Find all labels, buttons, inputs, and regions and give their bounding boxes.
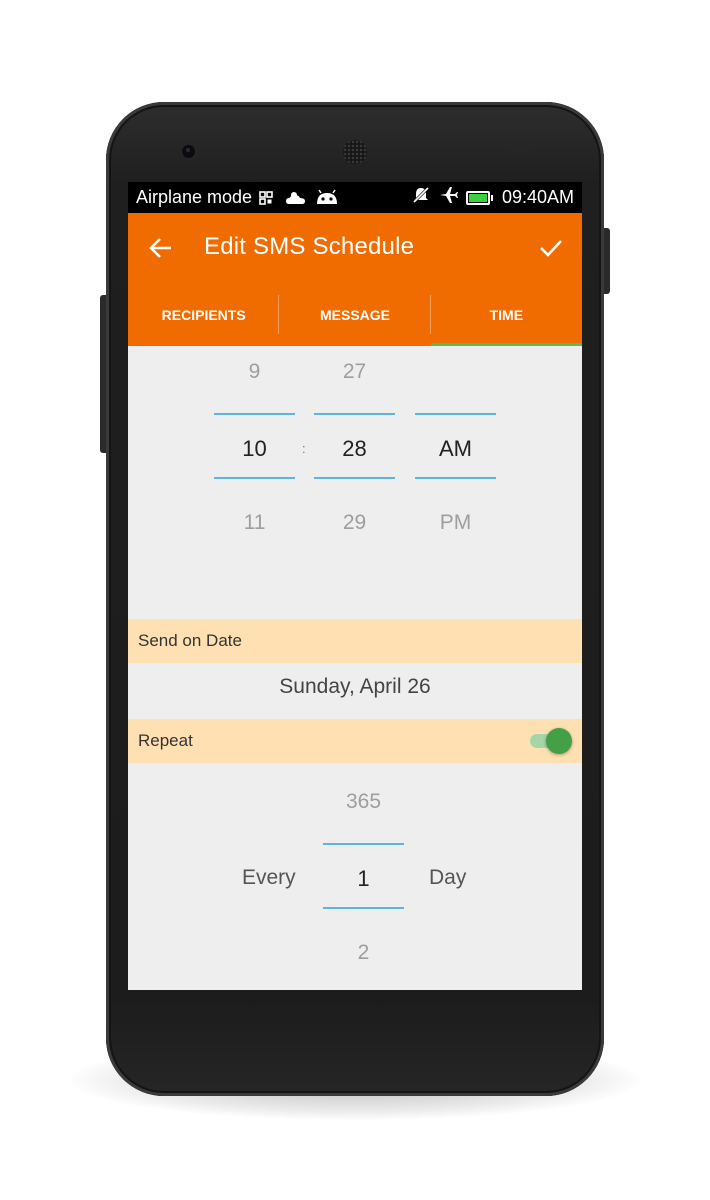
- interval-selected[interactable]: 1: [323, 866, 404, 892]
- ampm-next[interactable]: PM: [415, 511, 496, 535]
- arrow-left-icon[interactable]: [148, 235, 174, 261]
- minute-divider-bottom: [314, 477, 395, 479]
- minute-prev[interactable]: 27: [314, 360, 395, 384]
- check-icon[interactable]: [538, 235, 564, 261]
- ampm-divider-top: [415, 413, 496, 415]
- hour-divider-bottom: [214, 477, 295, 479]
- status-time: 09:40AM: [501, 187, 574, 207]
- power-button: [603, 228, 610, 294]
- hour-picker[interactable]: 9 10 11: [214, 182, 295, 534]
- front-camera: [182, 145, 195, 158]
- hour-selected[interactable]: 10: [214, 436, 295, 462]
- repeat-header: Repeat: [128, 719, 582, 763]
- ampm-divider-bottom: [415, 477, 496, 479]
- interval-next[interactable]: 2: [323, 941, 404, 965]
- earpiece-speaker: [343, 140, 367, 164]
- repeat-unit[interactable]: Day: [429, 866, 466, 890]
- interval-divider-bottom: [323, 907, 404, 909]
- send-date-value[interactable]: Sunday, April 26: [128, 675, 582, 699]
- interval-divider-top: [323, 843, 404, 845]
- time-separator: :: [302, 441, 306, 456]
- toggle-thumb: [546, 728, 572, 754]
- interval-prev[interactable]: 365: [323, 790, 404, 814]
- ampm-selected[interactable]: AM: [415, 436, 496, 462]
- screen: Airplane mode 09:40AM Edit SMS Schedule: [128, 182, 582, 990]
- hour-divider-top: [214, 413, 295, 415]
- minute-selected[interactable]: 28: [314, 436, 395, 462]
- repeat-prefix: Every: [242, 866, 296, 889]
- minute-next[interactable]: 29: [314, 511, 395, 535]
- light-sensor: [524, 147, 530, 153]
- hour-prev[interactable]: 9: [214, 360, 295, 384]
- minute-divider-top: [314, 413, 395, 415]
- send-on-date-label: Send on Date: [138, 631, 242, 650]
- hour-next[interactable]: 11: [214, 511, 295, 535]
- ampm-picker[interactable]: AM PM: [415, 182, 496, 534]
- minute-picker[interactable]: 27 28 29: [314, 182, 395, 534]
- proximity-sensor: [510, 146, 518, 154]
- repeat-label: Repeat: [138, 731, 193, 750]
- send-on-date-header: Send on Date: [128, 619, 582, 663]
- repeat-toggle[interactable]: [526, 727, 572, 755]
